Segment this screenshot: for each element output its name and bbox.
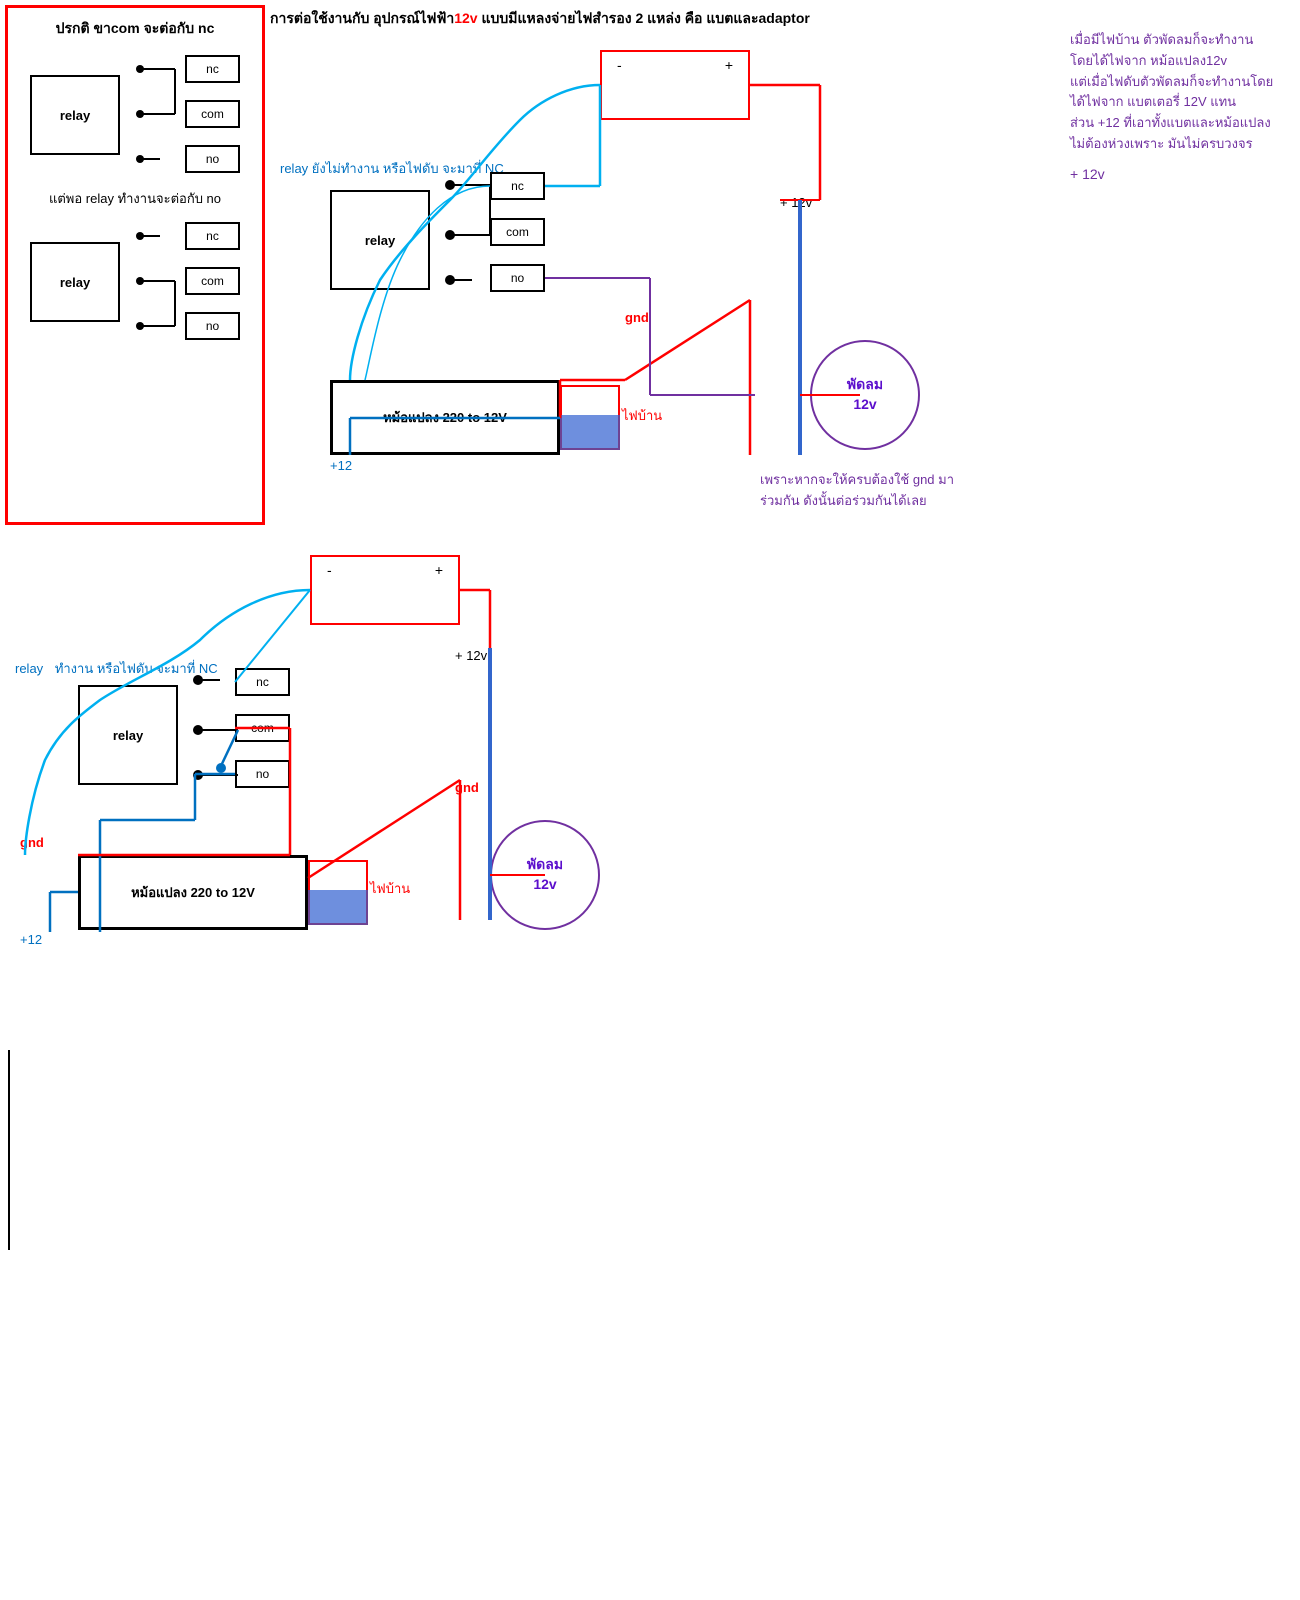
legend-com-terminal-2: com	[185, 267, 240, 295]
fan-circle-bottom: พัดลม12v	[490, 820, 600, 930]
info-box: เมื่อมีไฟบ้าน ตัวพัดลมก็จะทำงาน โดยได้ไฟ…	[1070, 30, 1300, 185]
page-title: การต่อใช้งานกับ อุปกรณ์ไฟฟ้า12v แบบมีแหล…	[270, 8, 810, 30]
top-nc-terminal: nc	[490, 172, 545, 200]
legend-nc-terminal-2: nc	[185, 222, 240, 250]
power-supply-top: หม้อแปลง 220 to 12V	[330, 380, 560, 455]
gnd-label-bottom: gnd	[20, 835, 44, 850]
bottom-switch-svg	[178, 650, 243, 815]
plus12v-label-top: + 12v	[780, 195, 812, 210]
top-switch-svg	[430, 155, 495, 320]
battery-bottom: - +	[310, 555, 460, 625]
fan-circle-top: พัดลม12v	[810, 340, 920, 450]
legend-no-terminal: no	[185, 145, 240, 173]
top-no-terminal: no	[490, 264, 545, 292]
home-power-blue-top	[560, 415, 620, 450]
legend-no-terminal-2: no	[185, 312, 240, 340]
legend-relay-box-top: relay	[30, 75, 120, 155]
bottom-note: เพราะหากจะให้ครบต้องใช้ gnd มา ร่วมกัน ด…	[760, 470, 954, 512]
legend-switch-svg-top	[120, 50, 190, 180]
bottom-com-terminal: com	[235, 714, 290, 742]
home-power-label-top: ไฟบ้าน	[622, 405, 662, 426]
plus12-label-bottom: +12	[20, 932, 42, 947]
plus12-label-top: +12	[330, 458, 352, 473]
gnd-label-bottom2: gnd	[455, 780, 479, 795]
battery-top: - +	[600, 50, 750, 120]
relay-box-top: relay	[330, 190, 430, 290]
power-supply-bottom: หม้อแปลง 220 to 12V	[78, 855, 308, 930]
legend-relay-box-bottom: relay	[30, 242, 120, 322]
legend-box: ปรกติ ขาcom จะต่อกับ nc relay nc com no	[5, 5, 265, 525]
legend-com-terminal: com	[185, 100, 240, 128]
bottom-no-terminal: no	[235, 760, 290, 788]
left-border-line	[8, 1050, 10, 1250]
home-power-blue-bottom	[308, 890, 368, 925]
home-power-label-bottom: ไฟบ้าน	[370, 878, 410, 899]
bottom-nc-terminal: nc	[235, 668, 290, 696]
legend-switch-svg-bottom	[120, 217, 190, 347]
top-com-terminal: com	[490, 218, 545, 246]
legend-nc-terminal: nc	[185, 55, 240, 83]
page-container: ปรกติ ขาcom จะต่อกับ nc relay nc com no	[0, 0, 1300, 1600]
legend-sub-title: แต่พอ relay ทำงานจะต่อกับ no	[18, 188, 252, 209]
legend-title: ปรกติ ขาcom จะต่อกับ nc	[18, 18, 252, 40]
plus12v-label-bottom: + 12v	[455, 648, 487, 663]
gnd-label-top: gnd	[625, 310, 649, 325]
relay-box-bottom: relay	[78, 685, 178, 785]
